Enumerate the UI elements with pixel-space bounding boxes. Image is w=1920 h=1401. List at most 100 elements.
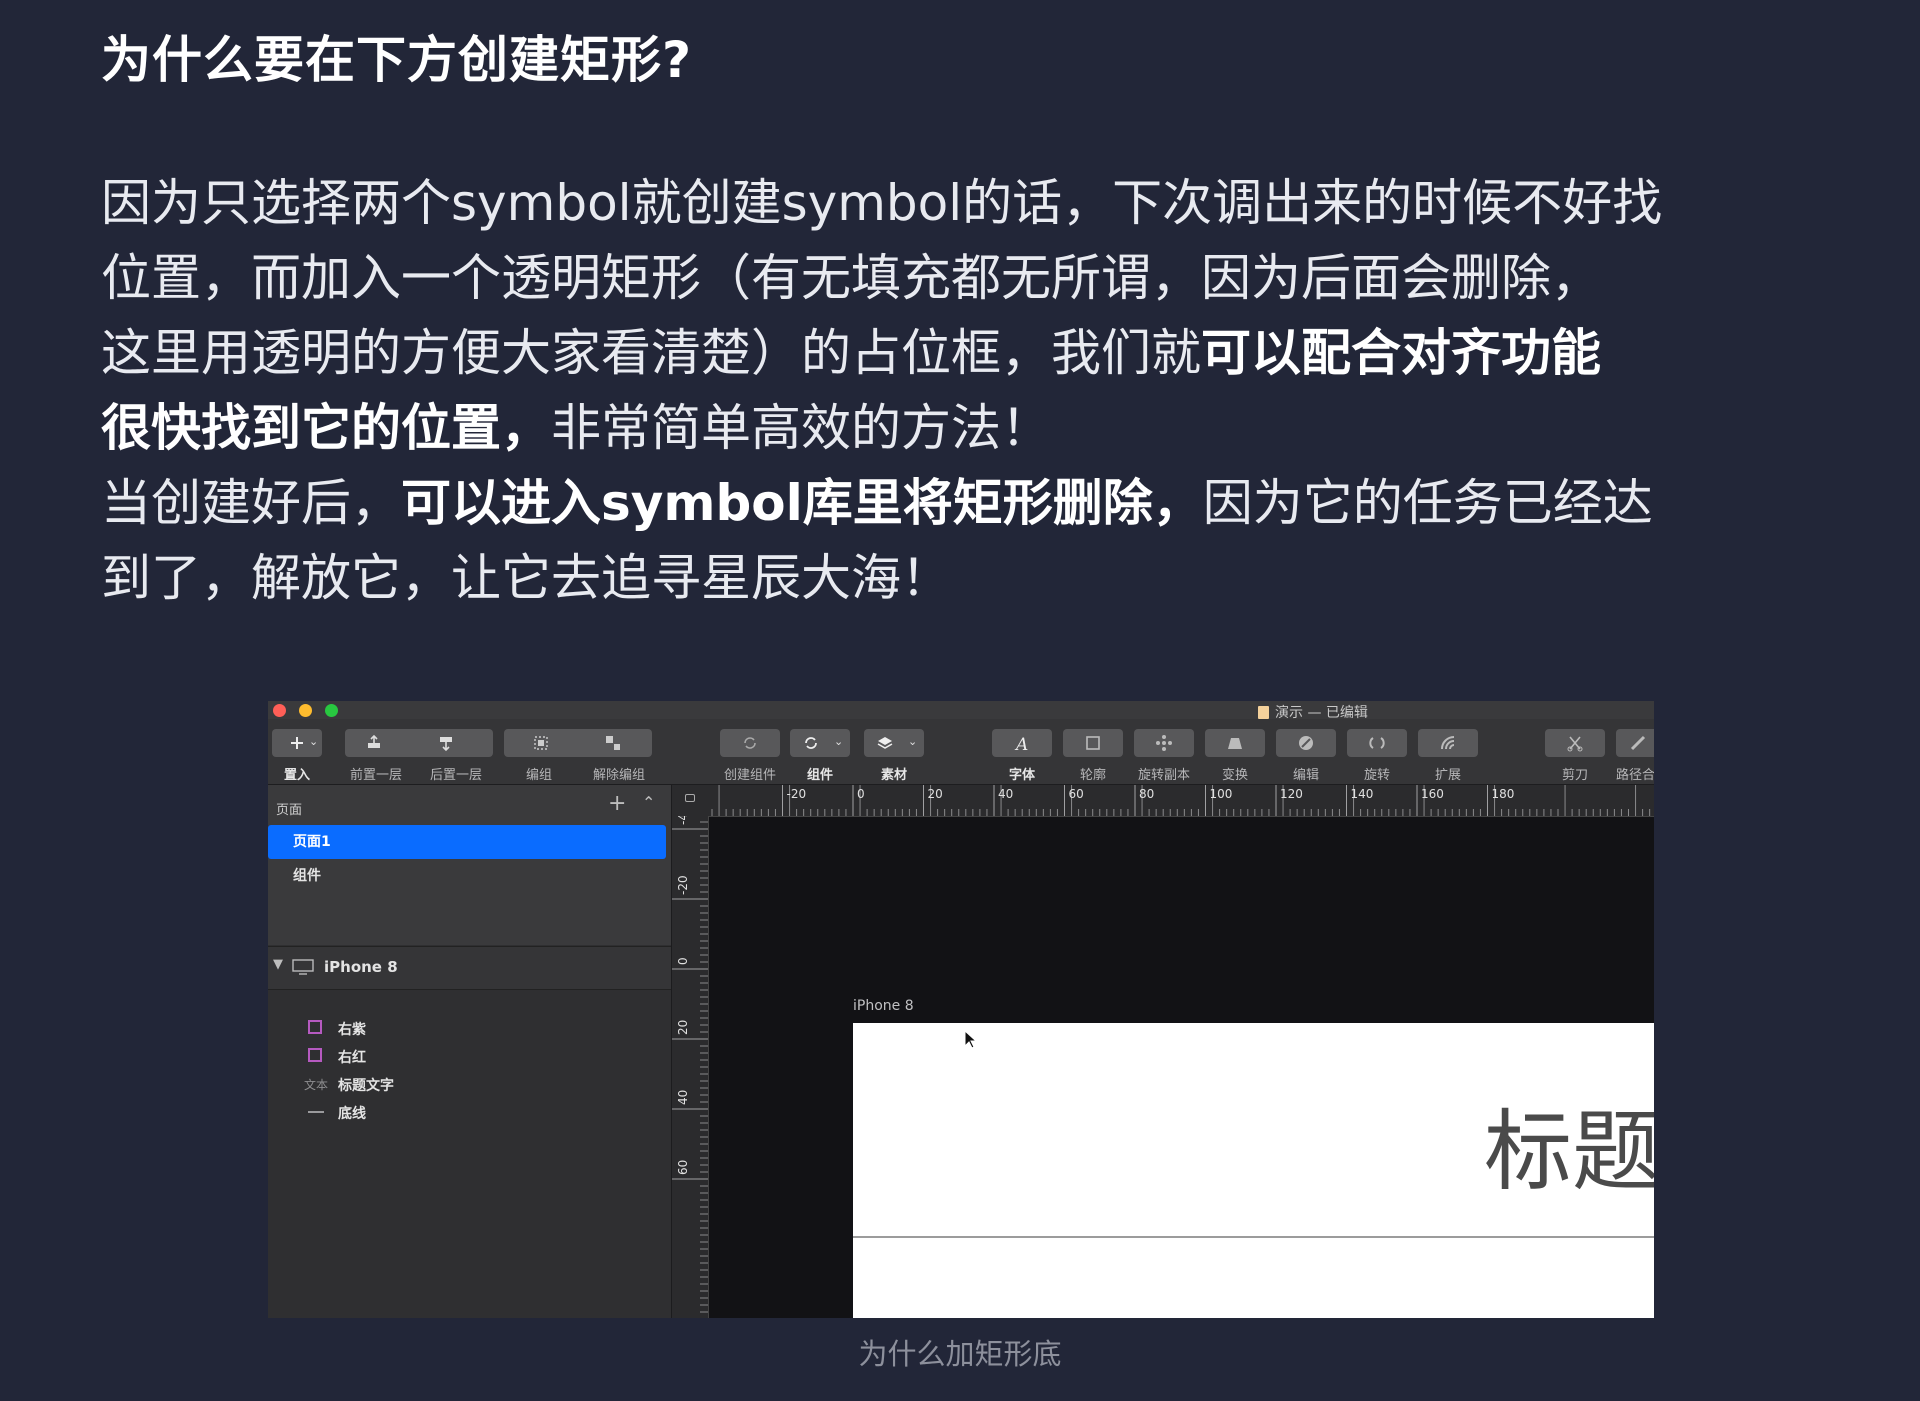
paragraph-line-5: 当创建好后，可以进入symbol库里将矩形删除，因为它的任务已经达 [101,466,1653,541]
text-tool[interactable]: A 字体 [992,729,1052,783]
disclosure-triangle-icon[interactable]: ▼ [273,957,283,972]
ruler-tick-label: 60 [676,1160,690,1175]
window-titlebar: 演示 — 已编辑 [268,701,1654,721]
svg-text:A: A [1014,735,1028,752]
rotate-tool[interactable]: 旋转 [1347,729,1407,783]
rotate-button[interactable] [1347,729,1407,757]
rotate-copies-label: 旋转副本 [1137,768,1190,783]
create-symbol-label: 创建组件 [723,768,776,783]
artboard-layer-group[interactable]: ▼ iPhone 8 [268,946,671,990]
insert-button[interactable]: ⌄ [272,729,322,757]
transform-button[interactable] [1205,729,1265,757]
ruler-tick-label: -20 [787,787,807,801]
layers-icon [877,737,893,749]
layer-item[interactable]: 底线 [268,1095,671,1129]
ungroup-label: 解除编组 [592,768,645,783]
edit-tool[interactable]: 编辑 [1276,729,1336,783]
flatten-button[interactable] [1418,729,1478,757]
symbols-button[interactable]: ⌄ [790,729,850,757]
close-window-button[interactable] [273,704,286,717]
create-symbol-icon [744,737,756,749]
path-label: 路径合 [1616,768,1654,783]
sketch-screenshot: 演示 — 已编辑 ⌄ 置入 前置一层 后置一层 编组 解除编组 创建组件 ⌄ 组… [268,701,1654,1318]
canvas[interactable]: -20 0 20 40 60 80 100 120 140 160 180 -40 -20 0 20 40 6… [672,785,1654,1318]
text-icon: A [1014,735,1028,752]
outline-button[interactable] [1063,729,1123,757]
assets-label: 素材 [880,768,907,783]
artboard-bottom-line[interactable] [853,1236,1654,1238]
send-backward-icon[interactable] [437,734,455,752]
artboard-label[interactable]: iPhone 8 [853,998,914,1014]
bring-forward-label: 前置一层 [349,768,402,783]
outline-tool[interactable]: 轮廓 [1063,729,1123,783]
ruler-tick-label: 180 [1492,787,1515,801]
ungroup-icon[interactable] [604,734,622,752]
rotate-copies-button[interactable] [1134,729,1194,757]
flatten-label: 扩展 [1434,768,1461,783]
create-symbol-tool[interactable]: 创建组件 [720,729,780,783]
create-symbol-button[interactable] [720,729,780,757]
outline-icon [1086,736,1100,750]
path-button[interactable] [1616,729,1654,757]
outline-label: 轮廓 [1079,768,1106,783]
page-item-symbols[interactable]: 组件 [268,859,666,893]
assets-tool[interactable]: ⌄ 素材 [864,729,924,783]
transform-tool[interactable]: 变换 [1205,729,1265,783]
artboard[interactable]: 标题 [853,1023,1654,1318]
mouse-cursor-icon [964,1030,978,1049]
lock-icon[interactable] [685,794,695,802]
rotate-copies-tool[interactable]: 旋转副本 [1134,729,1194,783]
artboard-icon [292,959,314,975]
rotate-label: 旋转 [1363,768,1390,783]
paragraph-line-3: 这里用透明的方便大家看清楚）的占位框，我们就可以配合对齐功能 [101,316,1601,391]
rectangle-icon [308,1020,322,1034]
collapse-pages-icon[interactable]: ⌃ [642,793,655,812]
add-page-icon[interactable]: + [608,791,626,816]
transform-label: 变换 [1221,768,1248,783]
zoom-window-button[interactable] [325,704,338,717]
ruler-tick-label: 140 [1351,787,1374,801]
edit-button[interactable] [1276,729,1336,757]
paragraph-emphasis: 很快找到它的位置， [101,399,551,457]
paragraph-line-1: 因为只选择两个symbol就创建symbol的话，下次调出来的时候不好找 [101,174,1663,232]
flatten-icon [1441,736,1455,750]
toolbar: ⌄ 置入 前置一层 后置一层 编组 解除编组 创建组件 ⌄ 组件 ⌄ 素材 A … [268,719,1654,785]
arrange-tools: 前置一层 后置一层 [345,729,493,783]
rotate-icon [1369,737,1385,749]
paragraph-emphasis: 可以配合对齐功能 [1201,324,1601,382]
symbols-label: 组件 [806,768,833,783]
ruler-tick-label: 40 [998,787,1013,801]
symbol-icon [805,737,817,749]
edit-icon [1299,736,1313,750]
insert-tool[interactable]: ⌄ 置入 [272,729,322,783]
rotate-copies-icon [1156,735,1172,751]
group-icon[interactable] [532,734,550,752]
paragraph-text: 这里用透明的方便大家看清楚）的占位框，我们就 [101,324,1201,382]
paragraph-emphasis: 可以进入symbol库里将矩形删除， [401,474,1203,532]
ruler-tick-label: 0 [676,957,690,965]
artboard-title-text[interactable]: 标题 [1484,1081,1654,1208]
bring-forward-icon[interactable] [365,734,383,752]
paragraph-text: 当创建好后， [101,474,401,532]
flatten-tool[interactable]: 扩展 [1418,729,1478,783]
vertical-ruler[interactable]: -40 -20 0 20 40 60 [672,816,709,1318]
text-button[interactable]: A [992,729,1052,757]
ruler-tick-label: 60 [1069,787,1084,801]
path-icon [1630,735,1646,751]
send-backward-label: 后置一层 [429,768,482,783]
chevron-down-icon: ⌄ [834,735,844,748]
assets-button[interactable]: ⌄ [864,729,924,757]
ruler-tick-label: 120 [1280,787,1303,801]
pages-panel: 页面 + ⌃ 页面1 组件 [268,785,671,945]
page-item-page1[interactable]: 页面1 [268,825,666,859]
ruler-tick-label: 20 [928,787,943,801]
path-tool[interactable]: 路径合 [1616,729,1654,783]
paragraph-text: 因为它的任务已经达 [1202,474,1653,532]
scissors-tool[interactable]: 剪刀 [1545,729,1605,783]
ruler-tick-label: 40 [676,1090,690,1105]
scissors-button[interactable] [1545,729,1605,757]
symbols-tool[interactable]: ⌄ 组件 [790,729,850,783]
ruler-tick-label: 160 [1421,787,1444,801]
horizontal-ruler[interactable]: -20 0 20 40 60 80 100 120 140 160 180 [708,785,1654,817]
minimize-window-button[interactable] [299,704,312,717]
